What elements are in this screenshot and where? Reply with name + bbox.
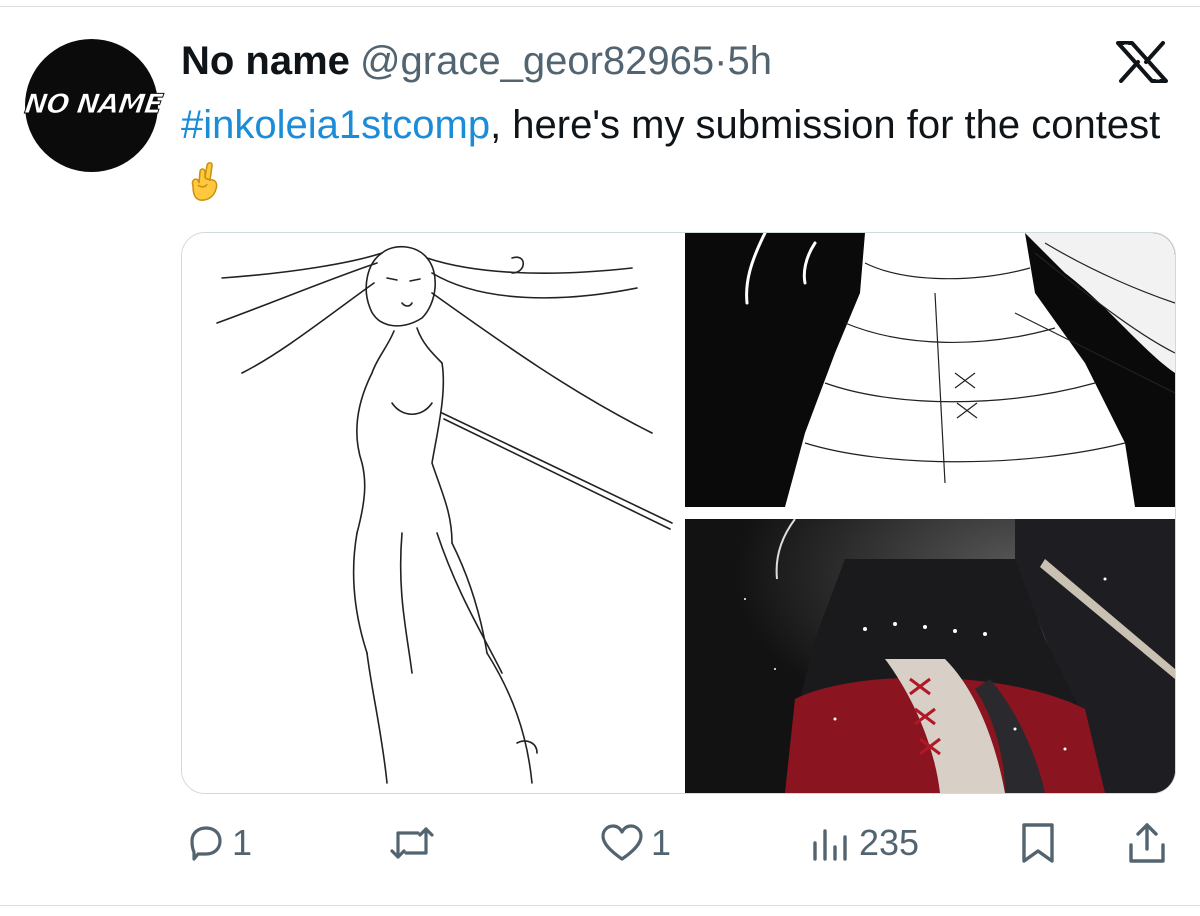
views-button[interactable]: 235 [809, 815, 919, 871]
media-grid [181, 232, 1176, 794]
bookmark-button[interactable] [1018, 815, 1058, 871]
retweet-button[interactable] [388, 815, 442, 871]
display-name[interactable]: No name [181, 39, 350, 83]
separator-dot: · [714, 39, 728, 83]
bookmark-icon [1022, 823, 1054, 863]
media-image-colored-art[interactable] [685, 519, 1175, 793]
reply-button[interactable]: 1 [186, 815, 252, 871]
x-logo-icon [1116, 41, 1168, 83]
top-divider [0, 0, 1200, 7]
crossed-fingers-emoji-icon [191, 162, 218, 201]
avatar[interactable]: NO NAME [22, 39, 164, 172]
retweet-icon [390, 827, 434, 859]
media-image-line-art[interactable] [182, 233, 681, 793]
avatar-logo-text: NO NAME [22, 89, 164, 121]
reply-icon [190, 826, 222, 861]
media-image-dress-line-art[interactable] [685, 233, 1175, 507]
like-button[interactable]: 1 [599, 815, 671, 871]
views-count: 235 [859, 822, 920, 863]
timestamp[interactable]: 5h [727, 39, 772, 83]
bottom-divider [0, 905, 1200, 906]
action-bar: 1 1 235 [0, 815, 1200, 875]
tweet-body: , here's my submission for the contest [490, 103, 1161, 147]
like-icon [601, 824, 643, 861]
hashtag-link[interactable]: #inkoleia1stcomp [181, 103, 490, 147]
share-button[interactable] [1125, 815, 1169, 871]
user-handle[interactable]: @grace_geor82965 [360, 39, 714, 83]
reply-count: 1 [232, 822, 253, 863]
tweet-header: No name @grace_geor82965·5h [181, 38, 772, 84]
like-count: 1 [651, 822, 672, 863]
views-icon [813, 829, 847, 861]
share-icon [1129, 823, 1165, 863]
tweet-text: #inkoleia1stcomp, here's my submission f… [181, 96, 1181, 212]
